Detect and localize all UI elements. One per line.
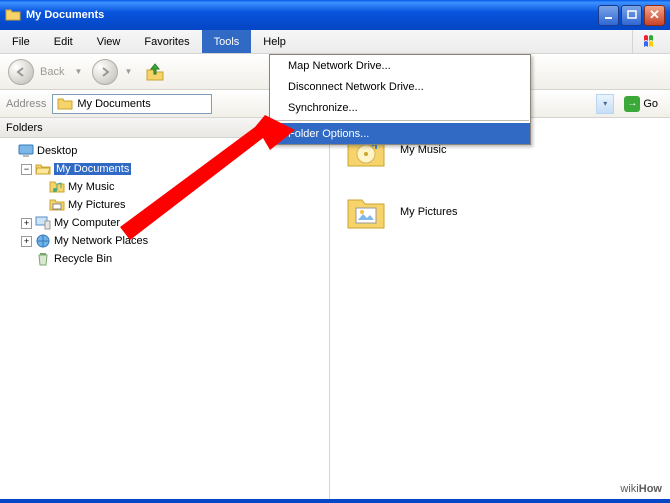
up-button[interactable] bbox=[142, 59, 168, 85]
go-arrow-icon: → bbox=[624, 96, 640, 112]
tree-mydocs[interactable]: − My Documents bbox=[4, 160, 325, 178]
computer-icon bbox=[35, 215, 51, 231]
network-icon bbox=[35, 233, 51, 249]
menu-map-drive[interactable]: Map Network Drive... bbox=[270, 55, 530, 76]
recycle-bin-icon bbox=[35, 251, 51, 267]
tree-recycle[interactable]: Recycle Bin bbox=[4, 250, 325, 268]
tree-netplaces[interactable]: + My Network Places bbox=[4, 232, 325, 250]
menu-help[interactable]: Help bbox=[251, 30, 298, 53]
menu-edit[interactable]: Edit bbox=[42, 30, 85, 53]
menu-synchronize[interactable]: Synchronize... bbox=[270, 97, 530, 118]
tree-mymusic[interactable]: My Music bbox=[4, 178, 325, 196]
tree-mycomp[interactable]: + My Computer bbox=[4, 214, 325, 232]
pictures-folder-icon bbox=[49, 197, 65, 213]
back-label: Back bbox=[40, 66, 64, 78]
watermark: wikiHow bbox=[620, 476, 662, 497]
pictures-folder-icon bbox=[344, 190, 388, 234]
menu-disconnect-drive[interactable]: Disconnect Network Drive... bbox=[270, 76, 530, 97]
address-dropdown-icon[interactable]: ▾ bbox=[596, 94, 614, 114]
menu-tools[interactable]: Tools bbox=[202, 30, 252, 53]
file-label: My Pictures bbox=[400, 206, 457, 218]
menu-file[interactable]: File bbox=[0, 30, 42, 53]
menubar: File Edit View Favorites Tools Help bbox=[0, 30, 670, 54]
tree-mypics[interactable]: My Pictures bbox=[4, 196, 325, 214]
back-button[interactable] bbox=[8, 59, 34, 85]
forward-dropdown-icon[interactable]: ▼ bbox=[124, 67, 136, 76]
menu-view[interactable]: View bbox=[85, 30, 133, 53]
window-bottom-border bbox=[0, 499, 670, 503]
windows-flag-icon bbox=[632, 30, 670, 54]
desktop-icon bbox=[18, 143, 34, 159]
forward-button[interactable] bbox=[92, 59, 118, 85]
back-dropdown-icon[interactable]: ▼ bbox=[74, 67, 86, 76]
music-folder-icon bbox=[49, 179, 65, 195]
folder-open-icon bbox=[35, 161, 51, 177]
folders-panel: Folders Desktop − My Documents My Music bbox=[0, 118, 330, 499]
menu-separator bbox=[271, 120, 529, 121]
collapse-icon[interactable]: − bbox=[21, 164, 32, 175]
content-area: Folders Desktop − My Documents My Music bbox=[0, 118, 670, 499]
address-value: My Documents bbox=[77, 98, 150, 110]
close-button[interactable]: ✕ bbox=[644, 5, 665, 26]
folder-icon bbox=[57, 96, 73, 112]
folder-tree: Desktop − My Documents My Music My Pictu… bbox=[0, 138, 329, 272]
window-title: My Documents bbox=[26, 9, 596, 21]
menu-folder-options[interactable]: Folder Options... bbox=[270, 123, 530, 144]
folder-icon bbox=[5, 7, 21, 23]
maximize-button[interactable] bbox=[621, 5, 642, 26]
expand-icon[interactable]: + bbox=[21, 236, 32, 247]
minimize-button[interactable] bbox=[598, 5, 619, 26]
expand-icon[interactable]: + bbox=[21, 218, 32, 229]
address-label: Address bbox=[6, 98, 46, 110]
go-button[interactable]: → Go bbox=[618, 94, 664, 114]
file-mypics[interactable]: My Pictures bbox=[344, 190, 656, 234]
address-field[interactable]: My Documents bbox=[52, 94, 212, 114]
titlebar: My Documents ✕ bbox=[0, 0, 670, 30]
tools-dropdown: Map Network Drive... Disconnect Network … bbox=[269, 54, 531, 145]
files-view: My Music My Pictures bbox=[330, 118, 670, 499]
menu-favorites[interactable]: Favorites bbox=[132, 30, 201, 53]
file-label: My Music bbox=[400, 144, 446, 156]
go-label: Go bbox=[643, 98, 658, 110]
